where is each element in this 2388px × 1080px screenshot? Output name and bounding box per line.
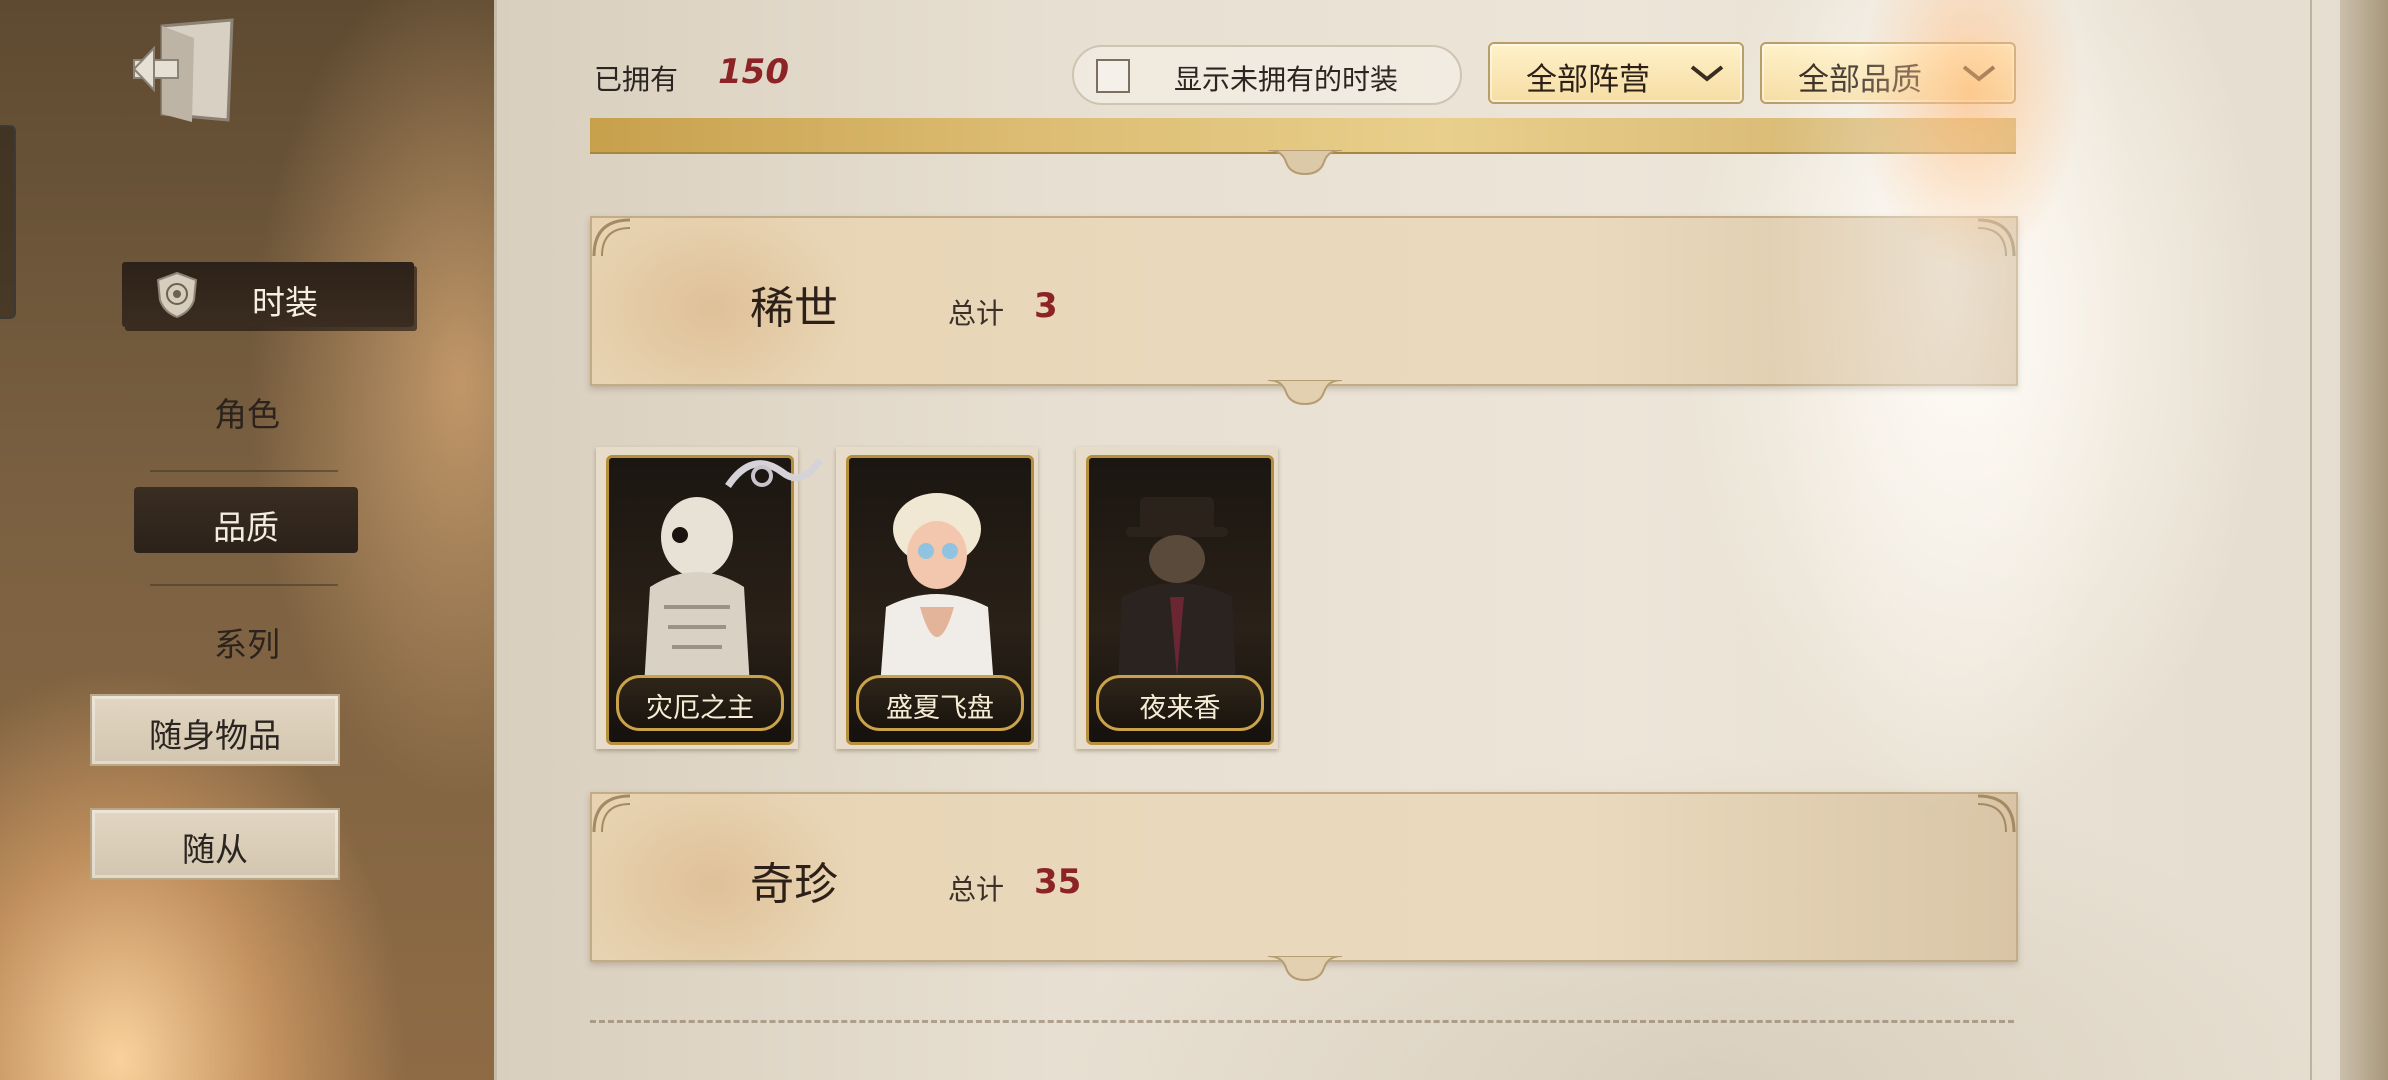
character-portrait <box>880 493 994 687</box>
character-portrait <box>1118 497 1236 687</box>
followers-button[interactable]: 随从 <box>90 808 340 880</box>
corner-ornament-icon <box>1977 794 2016 833</box>
sidebar: 时装 角色 品质 系列 随身物品 随从 <box>0 0 500 1080</box>
exit-button[interactable] <box>132 18 242 126</box>
exit-door-icon <box>132 18 234 122</box>
section-title: 奇珍 <box>750 859 838 910</box>
section-total-label: 总计 <box>948 297 1005 330</box>
section-title: 稀世 <box>750 283 838 334</box>
swirl-ornament-icon <box>725 458 823 489</box>
section-strip <box>590 118 2016 154</box>
section-banner-treasure[interactable]: 奇珍 总计 35 <box>590 792 2018 962</box>
checkbox[interactable] <box>1096 59 1130 93</box>
nav-divider <box>150 470 338 472</box>
followers-button-label: 随从 <box>182 830 248 869</box>
owned-label: 已拥有 <box>594 63 679 96</box>
quality-dropdown[interactable]: 全部品质 <box>1760 42 2016 104</box>
nav-item-label: 时装 <box>252 283 318 322</box>
nav-item-character[interactable]: 角色 <box>214 388 280 436</box>
section-total-count: 3 <box>1034 286 1058 326</box>
nav-item-label: 品质 <box>213 508 279 547</box>
costume-card[interactable]: 盛夏飞盘 <box>836 447 1038 749</box>
items-button[interactable]: 随身物品 <box>90 694 340 766</box>
chevron-down-icon <box>1962 65 1996 82</box>
dropdown-label: 全部品质 <box>1798 62 1922 98</box>
costume-name: 夜来香 <box>1139 693 1221 724</box>
card-name-plate: 灾厄之主 <box>616 675 784 731</box>
tab-notch <box>1268 150 1342 176</box>
faction-dropdown[interactable]: 全部阵营 <box>1488 42 1744 104</box>
section-banner-rare[interactable]: 稀世 总计 3 <box>590 216 2018 386</box>
card-name-plate: 夜来香 <box>1096 675 1264 731</box>
card-name-plate: 盛夏飞盘 <box>856 675 1024 731</box>
paper-edge <box>2340 0 2388 1080</box>
nav-divider <box>150 584 338 586</box>
section-total-label: 总计 <box>948 873 1005 906</box>
items-button-label: 随身物品 <box>149 716 281 755</box>
nav-item-costume-selected[interactable]: 时装 <box>122 262 414 327</box>
dropdown-label: 全部阵营 <box>1526 62 1650 98</box>
next-section-edge <box>590 1020 2014 1043</box>
show-unowned-toggle[interactable]: 显示未拥有的时装 <box>1072 45 1462 105</box>
side-tab-handle[interactable] <box>0 125 16 319</box>
costume-name: 盛夏飞盘 <box>886 693 994 724</box>
owned-count: 150 <box>718 52 789 92</box>
costume-card[interactable]: 夜来香 <box>1076 447 1278 749</box>
section-total-count: 35 <box>1034 862 1082 902</box>
paper-fold-line <box>2310 0 2312 1080</box>
corner-ornament-icon <box>1977 218 2016 257</box>
corner-ornament-icon <box>592 218 631 257</box>
costume-name: 灾厄之主 <box>646 693 754 724</box>
corner-ornament-icon <box>592 794 631 833</box>
toggle-label: 显示未拥有的时装 <box>1174 63 1399 96</box>
character-portrait <box>644 497 750 687</box>
nav-item-series[interactable]: 系列 <box>214 618 280 666</box>
chevron-down-icon <box>1690 65 1724 82</box>
tab-notch <box>1268 380 1342 406</box>
shield-icon <box>156 271 198 319</box>
nav-item-quality[interactable]: 品质 <box>134 487 358 553</box>
tab-notch <box>1268 956 1342 982</box>
